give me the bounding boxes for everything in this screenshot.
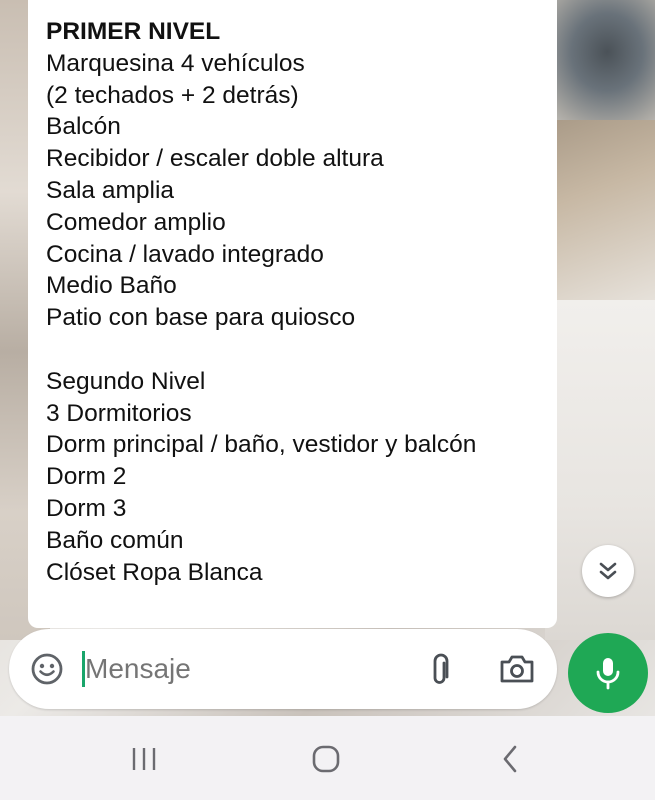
double-chevron-down-icon [599, 562, 617, 580]
recents-icon [132, 748, 156, 770]
message-line: Clóset Ropa Blanca [46, 558, 263, 586]
voice-message-button[interactable] [568, 633, 648, 713]
chat-screen: PRIMER NIVEL Marquesina 4 vehículos (2 t… [0, 0, 655, 800]
message-line: Baño común [46, 526, 184, 554]
message-line: PRIMER NIVEL [46, 18, 221, 45]
message-line: Cocina / lavado integrado [46, 240, 324, 268]
paperclip-icon [433, 653, 449, 684]
home-icon [312, 745, 340, 773]
message-line: Dorm 2 [46, 463, 127, 491]
recents-button[interactable] [114, 734, 174, 784]
system-navigation-bar [0, 716, 655, 800]
message-line: Comedor amplio [46, 208, 226, 236]
message-input[interactable] [85, 652, 395, 686]
message-line: Segundo Nivel [46, 367, 206, 395]
microphone-icon [596, 658, 620, 690]
message-line: Medio Baño [46, 272, 177, 300]
message-line: Dorm principal / baño, vestidor y balcón [46, 431, 477, 459]
message-line: Recibidor / escaler doble altura [46, 145, 384, 173]
back-button[interactable] [480, 734, 540, 784]
wallpaper-right-mid [545, 120, 655, 300]
message-composer [9, 629, 557, 709]
message-line: (2 techados + 2 detrás) [46, 81, 299, 109]
message-line: Marquesina 4 vehículos [46, 49, 305, 77]
message-line: Balcón [46, 113, 121, 141]
emoji-icon [31, 653, 63, 685]
message-line: Sala amplia [46, 176, 175, 204]
back-icon [503, 745, 517, 773]
message-bubble[interactable]: PRIMER NIVEL Marquesina 4 vehículos (2 t… [28, 0, 557, 628]
attach-button[interactable] [421, 649, 461, 689]
camera-button[interactable] [496, 649, 538, 689]
message-line: 3 Dormitorios [46, 399, 192, 427]
message-line: Dorm 3 [46, 494, 127, 522]
message-line: Patio con base para quiosco [46, 304, 356, 332]
scroll-to-bottom-button[interactable] [582, 545, 634, 597]
camera-icon [500, 655, 534, 683]
home-button[interactable] [296, 734, 356, 784]
emoji-button[interactable] [27, 649, 67, 689]
